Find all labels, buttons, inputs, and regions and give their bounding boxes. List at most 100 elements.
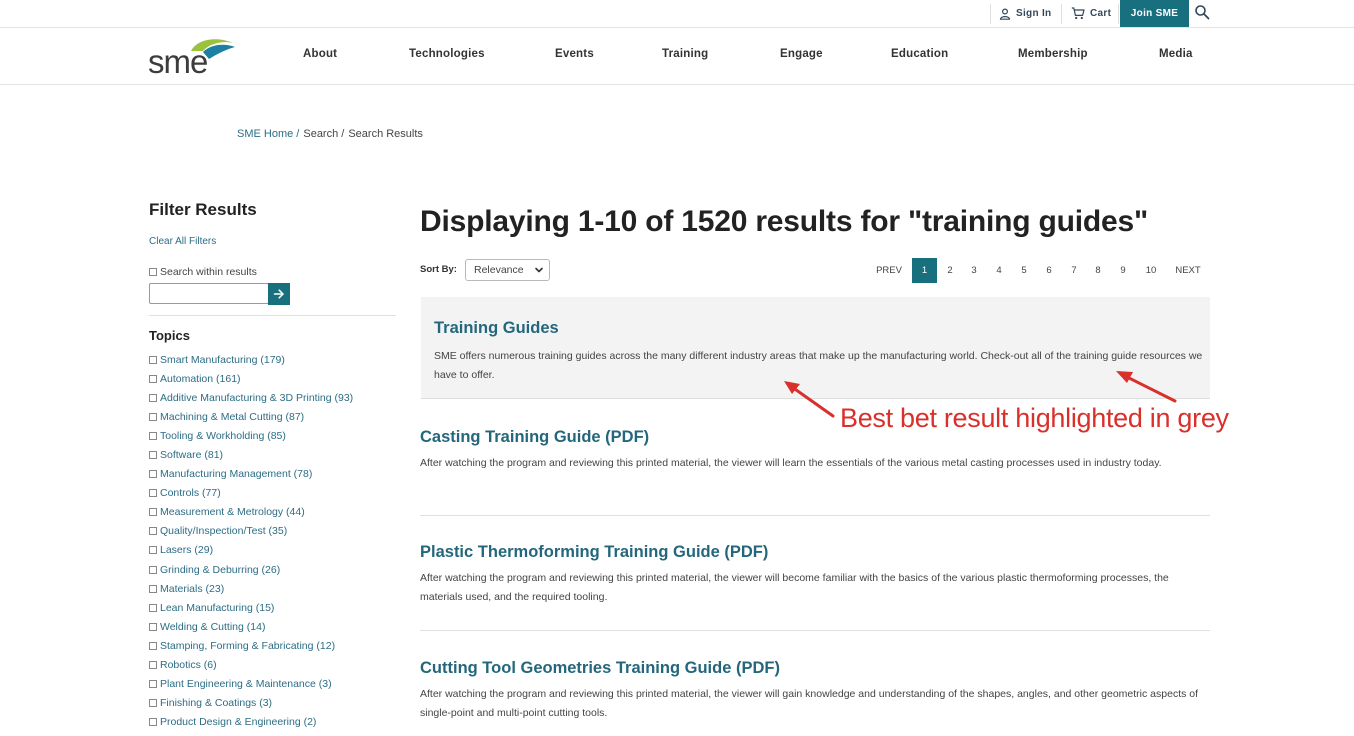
topic-checkbox[interactable] (149, 489, 157, 498)
topic-filter[interactable]: Welding & Cutting (14) (149, 617, 353, 636)
pagination-next[interactable]: NEXT (1172, 258, 1204, 283)
utility-divider (1118, 4, 1119, 24)
topic-checkbox[interactable] (149, 565, 157, 574)
utility-bar: Sign In Cart Join SME (0, 0, 1354, 28)
result-title-link[interactable]: Cutting Tool Geometries Training Guide (… (420, 659, 1210, 678)
topic-filter[interactable]: Robotics (6) (149, 656, 353, 675)
topic-filter[interactable]: Plant Engineering & Maintenance (3) (149, 675, 353, 694)
topic-checkbox[interactable] (149, 508, 157, 517)
topic-checkbox[interactable] (149, 412, 157, 421)
topic-label: Quality/Inspection/Test (35) (160, 525, 288, 538)
arrow-right-icon (273, 289, 284, 299)
cart-link[interactable]: Cart (1071, 0, 1111, 27)
topic-checkbox[interactable] (149, 451, 157, 460)
breadcrumb-home[interactable]: SME Home / (237, 128, 299, 140)
sort-by-select[interactable]: Relevance (465, 259, 550, 281)
topic-filter[interactable]: Quality/Inspection/Test (35) (149, 522, 353, 541)
pagination-page[interactable]: 1 (912, 258, 937, 283)
logo-text: sme (148, 43, 207, 77)
pagination-page[interactable]: 5 (1014, 258, 1034, 283)
nav-membership[interactable]: Membership (1018, 48, 1088, 60)
topic-checkbox[interactable] (149, 393, 157, 402)
topic-filter[interactable]: Lean Manufacturing (15) (149, 598, 353, 617)
search-icon[interactable] (1194, 4, 1210, 20)
topic-filter[interactable]: Software (81) (149, 445, 353, 464)
topic-checkbox[interactable] (149, 699, 157, 708)
pagination-page[interactable]: 9 (1113, 258, 1133, 283)
topic-checkbox[interactable] (149, 470, 157, 479)
search-within-submit-button[interactable] (268, 283, 290, 305)
topic-label: Product Design & Engineering (2) (160, 716, 317, 729)
topic-filter[interactable]: Lasers (29) (149, 541, 353, 560)
search-result: Casting Training Guide (PDF) After watch… (420, 428, 1210, 473)
topic-filter[interactable]: Materials (23) (149, 579, 353, 598)
topic-label: Lean Manufacturing (15) (160, 601, 275, 614)
sme-logo[interactable]: sme (147, 37, 237, 77)
pagination-page[interactable]: 8 (1088, 258, 1108, 283)
nav-events[interactable]: Events (555, 48, 594, 60)
topic-filter[interactable]: Finishing & Coatings (3) (149, 694, 353, 713)
topic-filter[interactable]: Machining & Metal Cutting (87) (149, 407, 353, 426)
pagination-page[interactable]: 6 (1039, 258, 1059, 283)
join-sme-button[interactable]: Join SME (1120, 0, 1189, 27)
sort-by-value: Relevance (474, 264, 524, 276)
pagination-page[interactable]: 4 (989, 258, 1009, 283)
topic-checkbox[interactable] (149, 718, 157, 727)
topic-checkbox[interactable] (149, 546, 157, 555)
search-within-input[interactable] (149, 283, 269, 304)
result-title-link[interactable]: Plastic Thermoforming Training Guide (PD… (420, 543, 1210, 562)
topic-checkbox[interactable] (149, 680, 157, 689)
topic-checkbox[interactable] (149, 603, 157, 612)
topic-filter[interactable]: Automation (161) (149, 369, 353, 388)
topic-checkbox[interactable] (149, 355, 157, 364)
topic-label: Measurement & Metrology (44) (160, 506, 305, 519)
search-within-label: Search within results (160, 266, 257, 278)
topic-checkbox[interactable] (149, 584, 157, 593)
nav-technologies[interactable]: Technologies (409, 48, 485, 60)
topic-checkbox[interactable] (149, 661, 157, 670)
result-divider (420, 515, 1210, 516)
pagination-page[interactable]: 2 (940, 258, 960, 283)
topic-checkbox[interactable] (149, 374, 157, 383)
topic-checkbox[interactable] (149, 431, 157, 440)
topic-filter[interactable]: Additive Manufacturing & 3D Printing (93… (149, 388, 353, 407)
topic-filter[interactable]: Manufacturing Management (78) (149, 465, 353, 484)
nav-about[interactable]: About (303, 48, 337, 60)
nav-training[interactable]: Training (662, 48, 708, 60)
topic-label: Materials (23) (160, 582, 225, 595)
nav-engage[interactable]: Engage (780, 48, 823, 60)
topic-filter[interactable]: Tooling & Workholding (85) (149, 426, 353, 445)
nav-media[interactable]: Media (1159, 48, 1193, 60)
topic-filter[interactable]: Grinding & Deburring (26) (149, 560, 353, 579)
topic-filter[interactable]: Smart Manufacturing (179) (149, 350, 353, 369)
annotation-text: Best bet result highlighted in grey (840, 403, 1229, 433)
clear-all-filters-link[interactable]: Clear All Filters (149, 236, 216, 247)
search-within-checkbox[interactable] (149, 268, 157, 276)
topic-label: Grinding & Deburring (26) (160, 563, 281, 576)
pagination-prev[interactable]: PREV (870, 258, 908, 283)
result-description: After watching the program and reviewing… (420, 457, 1162, 469)
breadcrumb: SME Home / Search / Search Results (237, 128, 423, 140)
topic-label: Finishing & Coatings (3) (160, 697, 273, 710)
topics-list: Smart Manufacturing (179) Automation (16… (149, 350, 353, 732)
result-description: After watching the program and reviewing… (420, 572, 1169, 603)
topic-filter[interactable]: Measurement & Metrology (44) (149, 503, 353, 522)
search-within-option[interactable]: Search within results (149, 266, 257, 278)
cart-icon (1071, 7, 1085, 20)
pagination-page[interactable]: 10 (1138, 258, 1164, 283)
topic-checkbox[interactable] (149, 641, 157, 650)
topic-filter[interactable]: Stamping, Forming & Fabricating (12) (149, 636, 353, 655)
topic-filter[interactable]: Controls (77) (149, 484, 353, 503)
topic-checkbox[interactable] (149, 622, 157, 631)
nav-education[interactable]: Education (891, 48, 948, 60)
breadcrumb-search[interactable]: Search / (303, 128, 344, 140)
pagination-page[interactable]: 3 (964, 258, 984, 283)
topic-label: Plant Engineering & Maintenance (3) (160, 678, 332, 691)
topic-filter[interactable]: Product Design & Engineering (2) (149, 713, 353, 732)
topic-label: Robotics (6) (160, 659, 217, 672)
pagination-page[interactable]: 7 (1064, 258, 1084, 283)
best-bet-title-link[interactable]: Training Guides (434, 319, 559, 338)
topic-checkbox[interactable] (149, 527, 157, 536)
utility-divider (990, 4, 991, 24)
sign-in-link[interactable]: Sign In (999, 0, 1051, 27)
